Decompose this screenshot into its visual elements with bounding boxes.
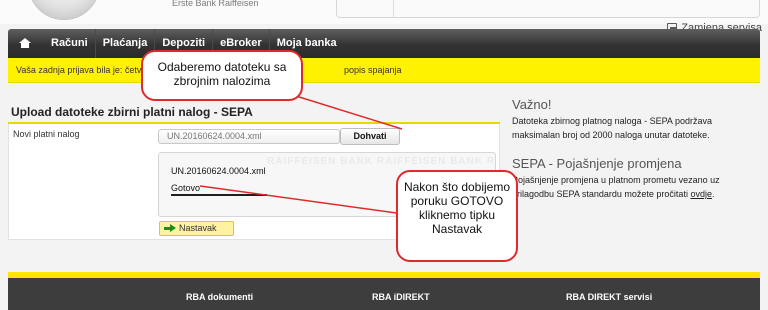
file-input[interactable]: UN.20160624.0004.xml (158, 129, 340, 144)
sepa-text-body: Pojašnjenje promjena u platnom prometu v… (512, 175, 720, 199)
main-nav: Računi Plaćanja Depoziti eBroker Moja ba… (8, 29, 760, 58)
continue-button[interactable]: Nastavak (159, 221, 234, 236)
sepa-title: SEPA - Pojašnjenje promjena (512, 156, 682, 171)
last-login-text: Vaša zadnja prijava bila je: četv (16, 65, 142, 75)
important-text: Datoteka zbirnog platnog naloga - SEPA p… (512, 116, 712, 140)
fetch-button[interactable]: Dohvati (340, 128, 400, 145)
status-progress-line (171, 194, 267, 196)
continue-label: Nastavak (179, 223, 217, 233)
status-filename: UN.20160624.0004.xml (171, 166, 266, 176)
notice-tail-link[interactable]: popis spajanja (344, 58, 402, 83)
callout-select-file: Odaberemo datoteku sa zbrojnim nalozima (141, 50, 303, 101)
important-title: Važno! (512, 97, 552, 112)
footer: RBA dokumenti RBA iDIREKT RBA DIREKT ser… (8, 278, 760, 310)
sepa-text: Pojašnjenje promjena u platnom prometu v… (512, 175, 720, 199)
footer-link-rba-direkt-servisi[interactable]: RBA DIREKT servisi (566, 292, 652, 302)
sepa-link[interactable]: ovdje (690, 189, 712, 199)
notice-bar: Vaša zadnja prijava bila je: četv popis … (8, 58, 760, 83)
footer-link-rba-idirekt[interactable]: RBA iDIREKT (372, 292, 430, 302)
logo-subtitle: Erste Bank Raiffeisen (172, 0, 259, 8)
watermark-text: RAIFFEISEN BANK RAIFFEISEN BANK RAIFFEIS… (267, 156, 496, 167)
status-text: Gotovo (171, 183, 201, 193)
home-icon[interactable] (19, 38, 31, 48)
footer-link-rba-dokumenti[interactable]: RBA dokumenti (186, 292, 253, 302)
bank-logo (28, 0, 100, 20)
upload-panel-title: Upload datoteke zbirni platni nalog - SE… (8, 105, 500, 124)
top-header: Erste Bank Raiffeisen (0, 0, 768, 24)
new-order-label: Novi platni nalog (13, 129, 80, 139)
top-service-panel (336, 0, 760, 18)
nav-item-racuni[interactable]: Računi (44, 29, 95, 58)
callout-click-continue: Nakon što dobijemo poruku GOTOVO kliknem… (396, 170, 518, 262)
arrow-right-icon (164, 224, 176, 233)
